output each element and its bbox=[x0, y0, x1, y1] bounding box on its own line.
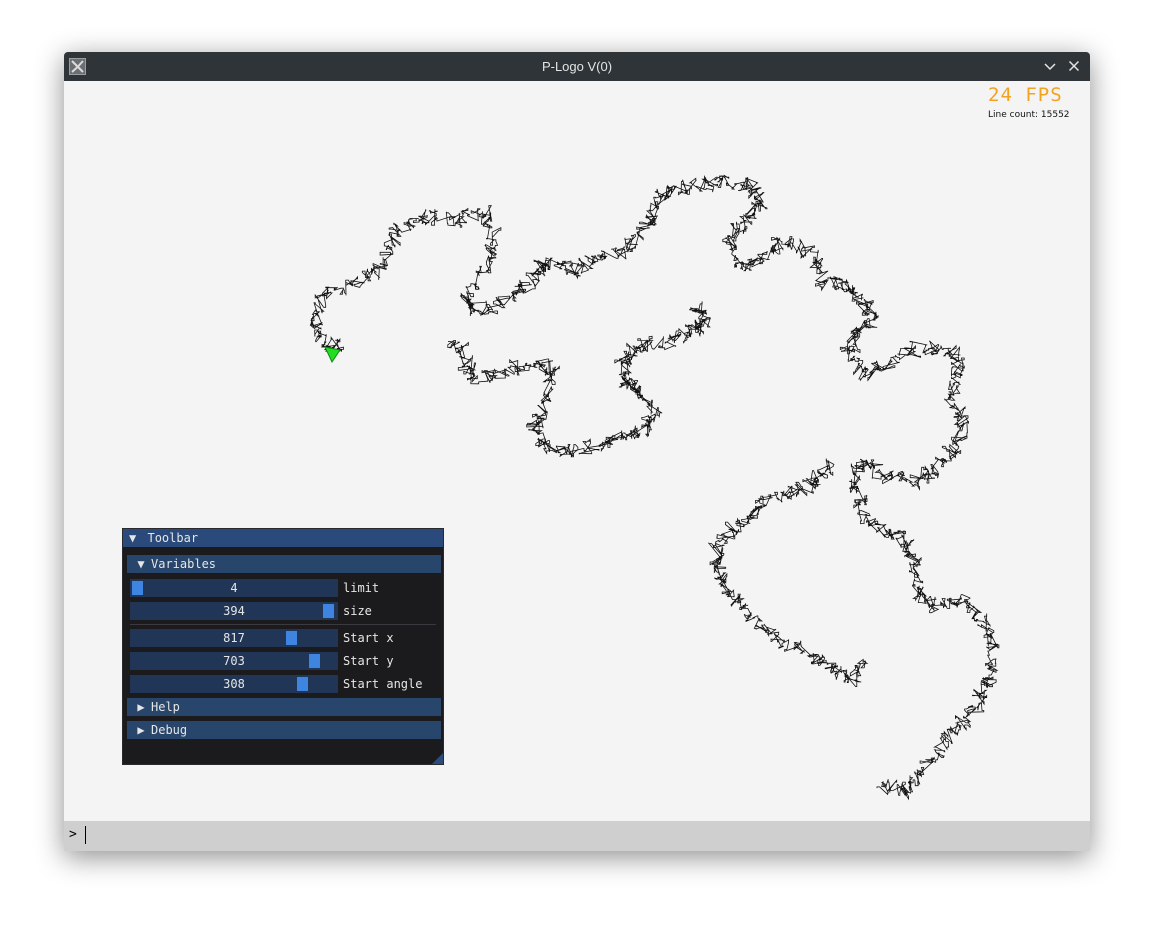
text-caret bbox=[85, 826, 86, 844]
toolbar-panel[interactable]: ▼ Toolbar ▼ Variables 4 limit 394 size 81… bbox=[122, 528, 444, 765]
start-x-label: Start x bbox=[343, 631, 394, 645]
close-button[interactable] bbox=[1065, 57, 1083, 75]
size-slider[interactable]: 394 bbox=[130, 602, 338, 620]
collapse-arrow-icon: ▼ bbox=[129, 531, 137, 545]
help-label: Help bbox=[151, 700, 180, 714]
size-label: size bbox=[343, 604, 372, 618]
start-angle-value: 308 bbox=[223, 677, 245, 691]
debug-label: Debug bbox=[151, 723, 188, 737]
chevron-down-icon bbox=[1044, 63, 1056, 71]
fps-counter: 24 FPS bbox=[988, 84, 1063, 106]
limit-label: limit bbox=[343, 581, 380, 595]
close-icon bbox=[1068, 60, 1080, 72]
app-window: P-Logo V(0) 24 FPS Line count: 15552 ▼ T… bbox=[64, 52, 1090, 851]
minimize-button[interactable] bbox=[1041, 57, 1059, 75]
collapsed-arrow-icon: ▶ bbox=[137, 700, 145, 714]
debug-section-header[interactable]: ▶ Debug bbox=[127, 721, 441, 739]
limit-slider[interactable]: 4 bbox=[130, 579, 338, 597]
start-x-value: 817 bbox=[223, 631, 245, 645]
hud-overlay: 24 FPS Line count: 15552 bbox=[988, 85, 1070, 120]
resize-grip[interactable] bbox=[432, 753, 443, 764]
toolbar-header[interactable]: ▼ Toolbar bbox=[123, 529, 443, 547]
line-count: Line count: 15552 bbox=[988, 110, 1070, 120]
command-input[interactable] bbox=[88, 824, 1082, 848]
command-bar[interactable]: > bbox=[64, 821, 1090, 851]
help-section-header[interactable]: ▶ Help bbox=[127, 698, 441, 716]
start-y-label: Start y bbox=[343, 654, 394, 668]
limit-value: 4 bbox=[230, 581, 238, 595]
start-x-slider[interactable]: 817 bbox=[130, 629, 338, 647]
title-bar[interactable]: P-Logo V(0) bbox=[64, 52, 1090, 81]
start-angle-slider[interactable]: 308 bbox=[130, 675, 338, 693]
start-angle-label: Start angle bbox=[343, 677, 423, 691]
toolbar-title: Toolbar bbox=[147, 531, 199, 545]
window-title: P-Logo V(0) bbox=[541, 59, 613, 74]
fractal-segment bbox=[447, 301, 711, 458]
variables-section-header[interactable]: ▼ Variables bbox=[127, 555, 441, 573]
collapsed-arrow-icon: ▶ bbox=[137, 723, 145, 737]
fractal-segment bbox=[708, 458, 869, 687]
size-value: 394 bbox=[223, 604, 245, 618]
start-y-value: 703 bbox=[223, 654, 245, 668]
separator bbox=[130, 624, 436, 625]
expanded-arrow-icon: ▼ bbox=[137, 557, 145, 571]
start-y-slider[interactable]: 703 bbox=[130, 652, 338, 670]
variables-label: Variables bbox=[151, 557, 217, 571]
drawing-canvas[interactable]: 24 FPS Line count: 15552 ▼ Toolbar ▼ Vari… bbox=[64, 81, 1090, 821]
command-prompt: > bbox=[69, 827, 77, 842]
